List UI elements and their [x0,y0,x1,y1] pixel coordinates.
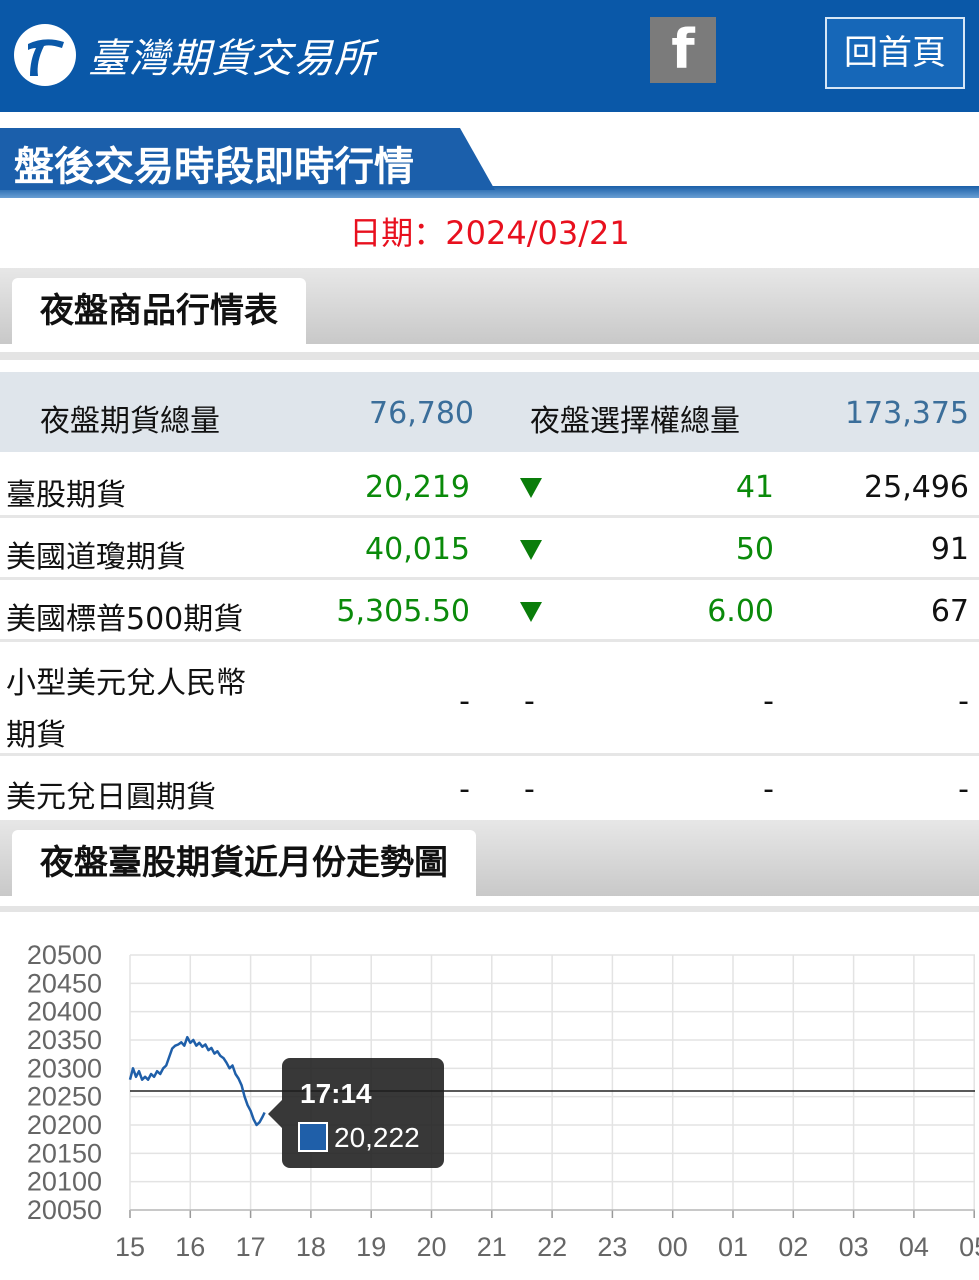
y-tick-label: 20250 [27,1082,102,1112]
product-name: 臺股期貨 [6,478,126,513]
section-title-quotes: 夜盤商品行情表 [12,278,306,344]
facebook-icon[interactable]: f [650,17,716,83]
org-name: 臺灣期貨交易所 [88,36,375,82]
last-price: 20,219 [365,470,470,505]
table-row[interactable]: 美國標普500期貨 5,305.50 6.00 67 [0,580,979,642]
price-change: - [763,772,774,807]
table-row[interactable]: 臺股期貨 20,219 41 25,496 [0,456,979,518]
y-tick-label: 20500 [27,940,102,970]
y-tick-label: 20100 [27,1167,102,1197]
down-triangle-icon [520,478,542,498]
taifex-logo-icon[interactable] [14,24,76,86]
section-divider [0,906,979,912]
volume: 25,496 [864,470,969,505]
direction: - [524,772,535,807]
tooltip-value: 20,222 [334,1122,420,1153]
last-price: 5,305.50 [336,594,470,629]
y-tick-label: 20050 [27,1195,102,1225]
down-triangle-icon [520,540,542,560]
volume: 67 [930,594,969,629]
volume: 91 [930,532,969,567]
page-title: 盤後交易時段即時行情 [14,144,414,190]
x-tick-label: 02 [778,1232,808,1262]
x-tick-label: 22 [537,1232,567,1262]
x-tick-label: 05 [959,1232,979,1262]
chart-tooltip: 17:14 20,222 [268,1058,444,1168]
table-row[interactable]: 小型美元兌人民幣 期貨 - - - - [0,642,979,756]
y-tick-label: 20400 [27,997,102,1027]
last-price: - [459,684,470,719]
x-tick-label: 04 [899,1232,929,1262]
x-tick-label: 21 [477,1232,507,1262]
section-divider [0,352,979,360]
last-price: - [459,772,470,807]
y-tick-label: 20350 [27,1025,102,1055]
price-change: 41 [735,470,774,505]
tooltip-time: 17:14 [300,1078,372,1109]
x-tick-label: 20 [416,1232,446,1262]
x-tick-label: 15 [115,1232,145,1262]
x-tick-label: 16 [175,1232,205,1262]
futures-total-label: 夜盤期貨總量 [40,404,220,439]
x-tick-label: 23 [597,1232,627,1262]
x-tick-label: 19 [356,1232,386,1262]
table-row[interactable]: 美元兌日圓期貨 - - - - [0,756,979,818]
price-change: 50 [735,532,774,567]
x-tick-label: 17 [236,1232,266,1262]
volume: - [958,684,969,719]
x-tick-label: 00 [658,1232,688,1262]
product-name: 美元兌日圓期貨 [6,780,216,815]
last-price: 40,015 [365,532,470,567]
home-button[interactable]: 回首頁 [825,17,965,89]
product-name: 小型美元兌人民幣 [6,666,246,701]
options-total-value: 173,375 [844,396,969,431]
y-tick-label: 20150 [27,1138,102,1168]
product-name: 美國標普500期貨 [6,602,244,637]
x-tick-label: 01 [718,1232,748,1262]
summary-row: 夜盤期貨總量 76,780 夜盤選擇權總量 173,375 [0,372,979,452]
y-tick-label: 20450 [27,968,102,998]
options-total-label: 夜盤選擇權總量 [530,404,740,439]
x-tick-label: 18 [296,1232,326,1262]
down-triangle-icon [520,602,542,622]
futures-total-value: 76,780 [369,396,474,431]
price-change: - [763,684,774,719]
price-change: 6.00 [707,594,774,629]
direction: - [524,684,535,719]
top-bar: 臺灣期貨交易所 f 回首頁 [0,0,979,112]
trend-chart[interactable]: 2050020450204002035020300202502020020150… [0,930,979,1280]
x-tick-label: 03 [839,1232,869,1262]
y-tick-label: 20300 [27,1053,102,1083]
product-name: 美國道瓊期貨 [6,540,186,575]
table-row[interactable]: 美國道瓊期貨 40,015 50 91 [0,518,979,580]
series-line [128,1035,266,1127]
trade-date: 日期：2024/03/21 [349,214,630,252]
series-swatch [298,1122,328,1152]
product-name-line2: 期貨 [6,718,66,753]
y-tick-label: 20200 [27,1110,102,1140]
volume: - [958,772,969,807]
section-title-chart: 夜盤臺股期貨近月份走勢圖 [12,830,476,896]
